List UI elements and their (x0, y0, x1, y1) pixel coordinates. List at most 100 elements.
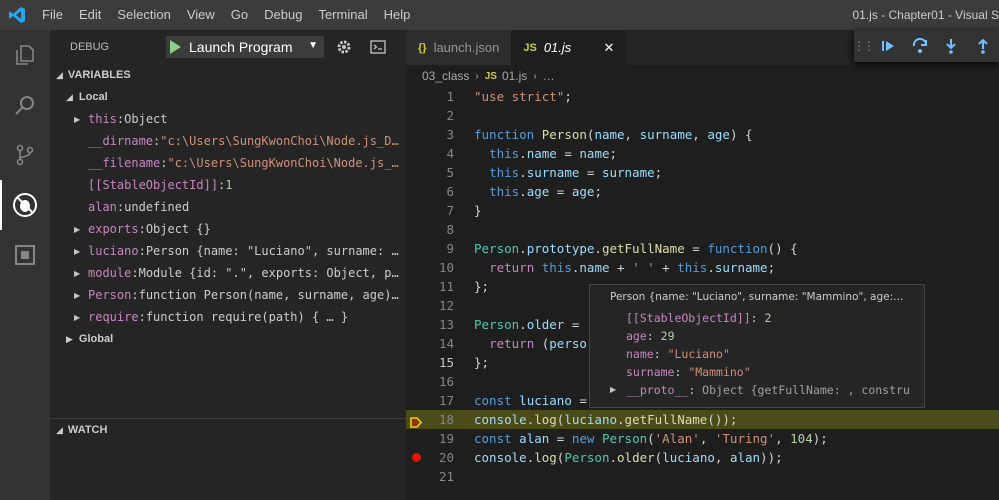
code-line[interactable]: 18 console.log(luciano.getFullName()); (406, 410, 999, 429)
menu-item-edit[interactable]: Edit (71, 0, 109, 30)
code-line[interactable]: 19 const alan = new Person('Alan', 'Turin… (406, 429, 999, 448)
continue-icon[interactable] (872, 30, 904, 62)
code-text: return this.name + ' ' + this.surname; (474, 258, 775, 277)
code-line[interactable]: 10 return this.name + ' ' + this.surname… (406, 258, 999, 277)
menu-item-view[interactable]: View (179, 0, 223, 30)
drag-handle-icon[interactable]: ⋮⋮ (853, 39, 875, 53)
code-token: ); (812, 431, 828, 446)
variable-row[interactable]: __dirname: "c:\Users\SungKwonChoi\Node.j… (50, 130, 406, 152)
hover-key: surname (626, 365, 675, 379)
gear-icon[interactable] (330, 36, 358, 58)
code-line[interactable]: 21 (406, 467, 999, 486)
hover-row[interactable]: surname: "Mammino" (590, 363, 924, 381)
code-token: alan (519, 431, 550, 446)
code-token: ) { (729, 127, 753, 142)
code-line[interactable]: 5 this.surname = surname; (406, 163, 999, 182)
code-line[interactable]: 7} (406, 201, 999, 220)
breakpoint-icon[interactable] (412, 453, 421, 462)
variable-name: Person (88, 288, 132, 302)
code-line[interactable]: 6 this.age = age; (406, 182, 999, 201)
variable-row[interactable]: ▶ luciano: Person {name: "Luciano", surna… (50, 240, 406, 262)
line-number: 7 (446, 203, 454, 218)
variable-value: Module {id: ".", exports: Object, p… (138, 266, 399, 280)
breadcrumb-file[interactable]: 01.js (502, 69, 527, 83)
variable-name: module (88, 266, 132, 280)
variable-row[interactable]: ▶ module: Module {id: ".", exports: Objec… (50, 262, 406, 284)
watch-section-header[interactable]: ◢ WATCH (50, 419, 406, 441)
code-line[interactable]: 4 this.name = name; (406, 144, 999, 163)
variable-colon: : (116, 112, 125, 126)
code-line[interactable]: 3 function Person(name, surname, age) { (406, 125, 999, 144)
variable-row[interactable]: __filename: "c:\Users\SungKwonChoi\Node.… (50, 152, 406, 174)
line-number: 8 (446, 222, 454, 237)
step-over-icon[interactable] (904, 30, 936, 62)
step-into-icon[interactable] (936, 30, 968, 62)
code-text: console.log(luciano.getFullName()); (474, 410, 737, 429)
code-token: , (775, 431, 791, 446)
chevron-right-icon: ▶ (74, 224, 81, 234)
source-control-icon[interactable] (0, 130, 50, 180)
hover-header[interactable]: Person {name: "Luciano", surname: "Mammi… (590, 285, 924, 309)
variable-value: 1 (225, 178, 233, 192)
debug-console-icon[interactable] (364, 36, 392, 58)
step-out-icon[interactable] (967, 30, 999, 62)
activity-bar (0, 30, 50, 500)
menu-item-terminal[interactable]: Terminal (310, 0, 375, 30)
hover-row[interactable]: age: 29 (590, 327, 924, 345)
code-token: () { (767, 241, 798, 256)
variables-header-label: VARIABLES (67, 69, 131, 81)
menu-item-help[interactable]: Help (376, 0, 419, 30)
paused-breakpoint-icon[interactable] (410, 414, 423, 428)
code-token: . (519, 165, 527, 180)
hover-colon: : (674, 365, 689, 379)
variable-row[interactable]: ▶ this: Object (50, 108, 406, 130)
debug-icon[interactable] (0, 180, 50, 230)
code-token: alan (729, 450, 761, 465)
menu-item-file[interactable]: File (34, 0, 71, 30)
code-line[interactable]: 2 (406, 106, 999, 125)
code-line[interactable]: 1 "use strict"; (406, 87, 999, 106)
scope-global[interactable]: ▶ Global (50, 328, 406, 350)
breadcrumb-tail[interactable]: … (543, 69, 555, 83)
hover-row[interactable]: ▶ __proto__: Object {getFullName: , const… (590, 381, 924, 399)
explorer-icon[interactable] (0, 30, 50, 80)
variable-colon: : (131, 288, 139, 302)
chevron-down-icon: ◢ (66, 91, 73, 102)
hover-row[interactable]: name: "Luciano" (590, 345, 924, 363)
menu-item-go[interactable]: Go (223, 0, 256, 30)
variable-row[interactable]: ▶ Person: function Person(name, surname, … (50, 284, 406, 306)
line-number: 12 (438, 298, 454, 313)
code-token: = (564, 317, 587, 332)
variable-row[interactable]: alan: undefined (50, 196, 406, 218)
code-line[interactable]: 8 (406, 220, 999, 239)
menu-item-selection[interactable]: Selection (109, 0, 178, 30)
code-token: getFullName (601, 241, 685, 256)
variable-name: this (88, 112, 117, 126)
launch-config-select[interactable]: Launch Program ▼ (166, 36, 324, 58)
search-icon[interactable] (0, 80, 50, 130)
extensions-icon[interactable] (0, 230, 50, 280)
chevron-right-icon: ▶ (74, 290, 81, 300)
breadcrumb-folder[interactable]: 03_class (422, 69, 469, 83)
variables-section-header[interactable]: ◢ VARIABLES (50, 64, 406, 86)
variable-row[interactable]: [[StableObjectId]]: 1 (50, 174, 406, 196)
code-token: new (571, 431, 595, 446)
code-token: ()); (707, 412, 738, 427)
start-debugging-icon[interactable] (170, 40, 181, 54)
code-line[interactable]: 9 Person.prototype.getFullName = function… (406, 239, 999, 258)
code-token: this (677, 260, 708, 275)
hover-row[interactable]: [[StableObjectId]]: 2 (590, 309, 924, 327)
tab-launch-json[interactable]: {} launch.json (406, 30, 512, 65)
variable-colon: : (131, 266, 139, 280)
hover-key: age (626, 329, 647, 343)
tab-01-js[interactable]: JS 01.js ✕ (511, 30, 627, 65)
scope-local[interactable]: ◢ Local (50, 86, 406, 108)
code-token: = (571, 393, 587, 408)
variable-row[interactable]: ▶ exports: Object {} (50, 218, 406, 240)
variable-row[interactable]: ▶ require: function require(path) { … } (50, 306, 406, 328)
menu-item-debug[interactable]: Debug (256, 0, 310, 30)
code-line[interactable]: 20 console.log(Person.older(luciano, alan… (406, 448, 999, 467)
variable-value: Object (124, 112, 168, 126)
close-icon[interactable]: ✕ (603, 40, 614, 56)
